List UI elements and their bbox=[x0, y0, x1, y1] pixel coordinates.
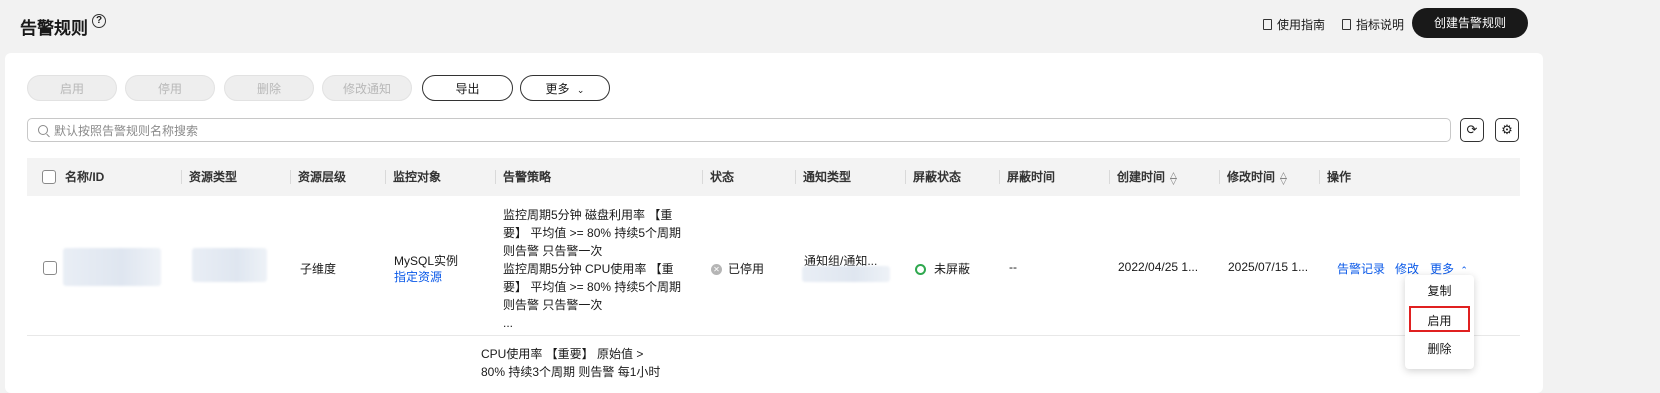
chevron-up-icon: ⌃ bbox=[1460, 265, 1468, 275]
search-input[interactable]: 默认按照告警规则名称搜索 bbox=[27, 118, 1451, 142]
col-status: 状态 bbox=[702, 158, 734, 196]
menu-item-copy[interactable]: 复制 bbox=[1409, 278, 1470, 304]
col-actions: 操作 bbox=[1319, 158, 1351, 196]
col-name: 名称/ID bbox=[65, 170, 105, 184]
refresh-button[interactable]: ⟳ bbox=[1460, 118, 1484, 142]
col-monitor-object: 监控对象 bbox=[385, 158, 441, 196]
sort-icon: △ ▽ bbox=[1280, 169, 1287, 186]
col-notify-type: 通知类型 bbox=[795, 158, 851, 196]
modify-notify-button[interactable]: 修改通知 bbox=[322, 75, 412, 101]
row-more-menu: 复制 启用 删除 bbox=[1405, 275, 1474, 369]
search-placeholder: 默认按照告警规则名称搜索 bbox=[54, 123, 199, 138]
monitor-object: MySQL实例 bbox=[394, 254, 459, 268]
col-shield-time: 屏蔽时间 bbox=[999, 158, 1055, 196]
alarm-strategy-line: CPU使用率 【重要】 原始值 > bbox=[481, 347, 644, 361]
document-icon bbox=[1342, 19, 1351, 30]
menu-item-delete[interactable]: 删除 bbox=[1409, 336, 1470, 362]
metric-doc-label: 指标说明 bbox=[1356, 18, 1405, 32]
alarm-strategy: 监控周期5分钟 磁盘利用率 【重 要】 平均值 >= 80% 持续5个周期 则告… bbox=[503, 208, 682, 330]
search-icon bbox=[38, 125, 48, 135]
unshielded-status-icon bbox=[915, 264, 926, 276]
guide-label: 使用指南 bbox=[1277, 18, 1326, 32]
table-header: 名称/ID 资源类型 资源层级 监控对象 告警策略 状态 通知类型 屏蔽状态 屏… bbox=[27, 158, 1520, 196]
table-row: 子维度 MySQL实例 指定资源 监控周期5分钟 磁盘利用率 【重 要】 平均值… bbox=[27, 196, 1520, 336]
create-alarm-rule-button[interactable]: 创建告警规则 bbox=[1412, 8, 1528, 38]
enable-button[interactable]: 启用 bbox=[27, 75, 117, 101]
col-resource-level: 资源层级 bbox=[290, 158, 346, 196]
help-icon[interactable]: ? bbox=[92, 14, 106, 28]
col-resource-type: 资源类型 bbox=[181, 158, 237, 196]
created-time: 2022/04/25 1... bbox=[1118, 260, 1199, 274]
alarm-records-link[interactable]: 告警记录 bbox=[1337, 260, 1385, 277]
metric-doc-link[interactable]: 指标说明 bbox=[1342, 16, 1404, 33]
shield-time: -- bbox=[1009, 260, 1017, 274]
redacted-resource-type bbox=[192, 248, 267, 282]
disable-button[interactable]: 停用 bbox=[125, 75, 215, 101]
page-header: 告警规则 ? 使用指南 指标说明 创建告警规则 bbox=[0, 0, 1660, 52]
menu-item-enable[interactable]: 启用 bbox=[1409, 306, 1470, 332]
guide-link[interactable]: 使用指南 bbox=[1263, 16, 1325, 33]
col-strategy: 告警策略 bbox=[495, 158, 551, 196]
rules-card: 启用 停用 删除 修改通知 导出 更多 ⌄ 默认按照告警规则名称搜索 ⟳ ⚙ 名… bbox=[5, 53, 1543, 393]
status-label: 已停用 bbox=[728, 262, 765, 276]
shield-status-label: 未屏蔽 bbox=[934, 262, 971, 276]
more-label: 更多 bbox=[545, 82, 570, 96]
redacted-name bbox=[63, 248, 161, 286]
shield-status: 未屏蔽 bbox=[915, 260, 970, 277]
page-title: 告警规则 bbox=[20, 19, 88, 38]
refresh-icon: ⟳ bbox=[1466, 122, 1478, 137]
select-all-checkbox[interactable] bbox=[42, 170, 56, 184]
book-icon bbox=[1263, 19, 1272, 30]
delete-button[interactable]: 删除 bbox=[224, 75, 314, 101]
chevron-down-icon: ⌄ bbox=[576, 85, 585, 95]
modified-time: 2025/07/15 1... bbox=[1228, 260, 1309, 274]
col-created-time[interactable]: 创建时间 △ ▽ bbox=[1109, 158, 1177, 196]
disabled-status-icon: ✕ bbox=[711, 264, 722, 276]
export-button[interactable]: 导出 bbox=[422, 75, 513, 101]
status: ✕ 已停用 bbox=[711, 260, 764, 277]
col-modified-time[interactable]: 修改时间 △ ▽ bbox=[1219, 158, 1287, 196]
row-more-label: 更多 bbox=[1430, 262, 1455, 276]
sort-icon: △ ▽ bbox=[1170, 169, 1177, 186]
specified-resources-link[interactable]: 指定资源 bbox=[394, 268, 442, 285]
settings-button[interactable]: ⚙ bbox=[1495, 118, 1519, 142]
table-row: CPU使用率 【重要】 原始值 > 80% 持续3个周期 则告警 每1小时 bbox=[481, 345, 661, 381]
alarm-strategy-line: 80% 持续3个周期 则告警 每1小时 bbox=[481, 365, 661, 379]
redacted-notify-target bbox=[802, 266, 890, 282]
gear-icon: ⚙ bbox=[1501, 122, 1513, 137]
col-shield-status: 屏蔽状态 bbox=[905, 158, 961, 196]
row-checkbox[interactable] bbox=[43, 261, 57, 275]
resource-level: 子维度 bbox=[300, 262, 337, 276]
more-button[interactable]: 更多 ⌄ bbox=[520, 75, 610, 101]
